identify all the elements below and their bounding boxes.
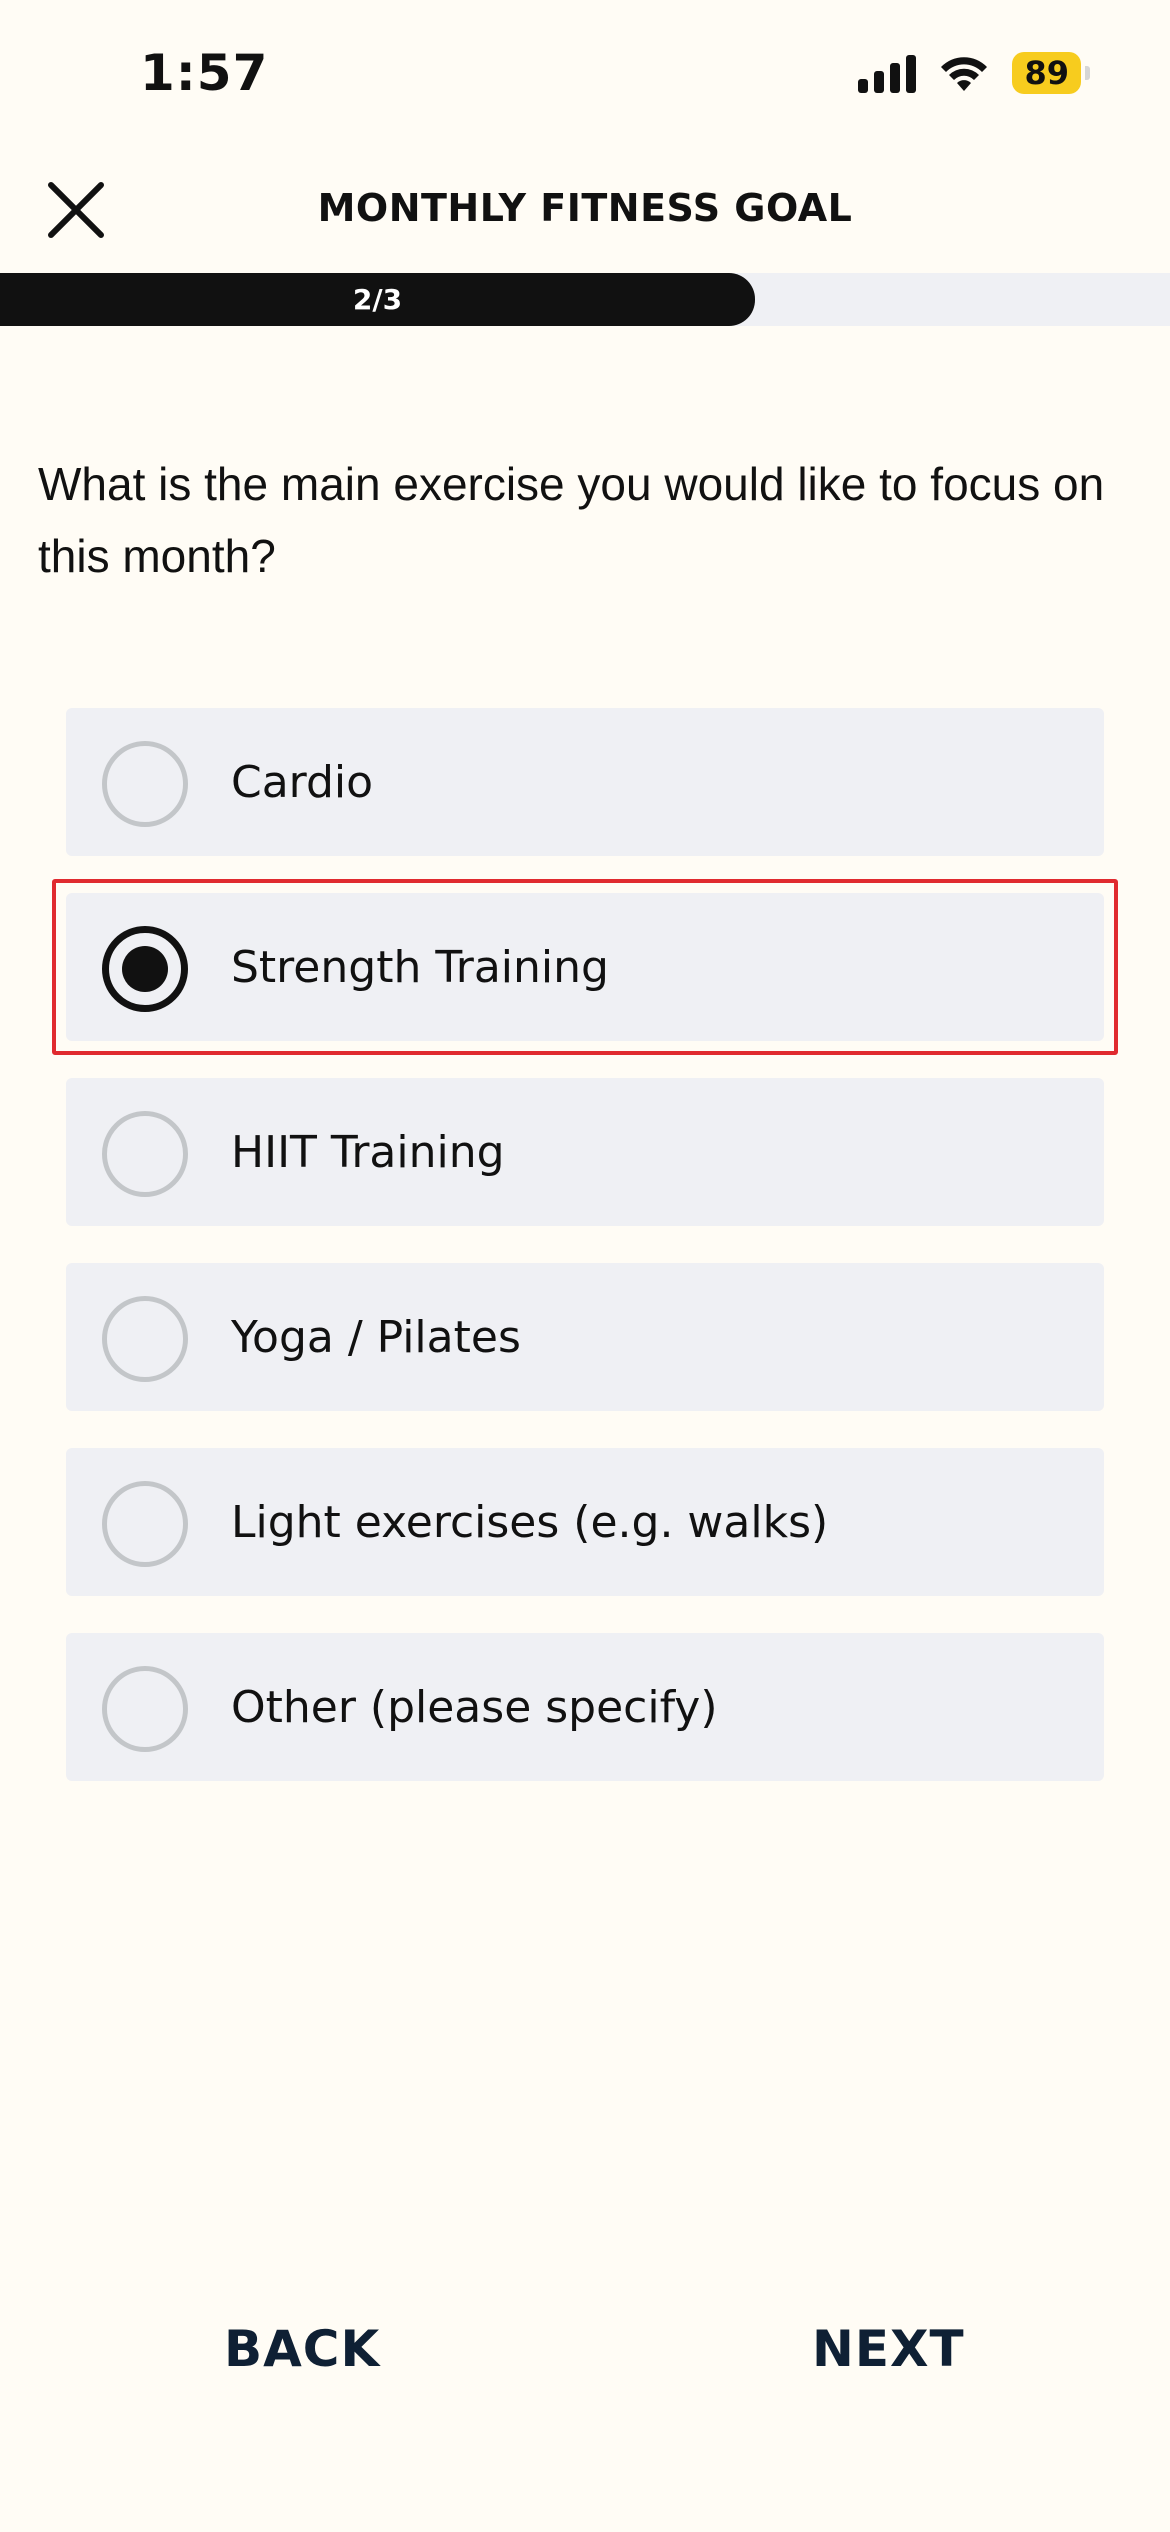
progress-bar: 2/3 — [0, 273, 1170, 326]
radio-button[interactable] — [102, 1111, 188, 1197]
progress-fill: 2/3 — [0, 273, 755, 326]
option-label: Yoga / Pilates — [231, 1311, 521, 1363]
status-time: 1:57 — [140, 44, 269, 102]
battery-tip — [1085, 66, 1090, 80]
option-other[interactable]: Other (please specify) — [66, 1633, 1104, 1781]
battery-icon: 89 — [1012, 52, 1081, 94]
next-button[interactable]: NEXT — [812, 2320, 965, 2378]
battery-level: 89 — [1024, 54, 1069, 92]
option-hiit-training[interactable]: HIIT Training — [66, 1078, 1104, 1226]
option-label: Light exercises (e.g. walks) — [231, 1496, 829, 1548]
radio-button[interactable] — [102, 1296, 188, 1382]
option-label: Other (please specify) — [231, 1681, 718, 1733]
option-yoga-pilates[interactable]: Yoga / Pilates — [66, 1263, 1104, 1411]
radio-button[interactable] — [102, 1481, 188, 1567]
radio-dot — [122, 946, 168, 992]
back-button[interactable]: BACK — [224, 2320, 380, 2378]
radio-button[interactable] — [102, 1666, 188, 1752]
radio-button[interactable] — [102, 926, 188, 1012]
option-strength-training[interactable]: Strength Training — [52, 879, 1118, 1055]
option-label: Cardio — [231, 756, 374, 808]
signal-icon — [858, 53, 917, 93]
status-icons: 89 — [858, 52, 1090, 94]
options-list: Cardio Strength Training HIIT Training Y… — [52, 708, 1118, 1818]
progress-label: 2/3 — [352, 283, 403, 316]
option-label: Strength Training — [231, 941, 609, 993]
page-title: MONTHLY FITNESS GOAL — [317, 186, 853, 230]
option-light-exercises[interactable]: Light exercises (e.g. walks) — [66, 1448, 1104, 1596]
radio-button[interactable] — [102, 741, 188, 827]
wifi-icon — [941, 57, 988, 91]
question-text: What is the main exercise you would like… — [38, 458, 1105, 582]
option-label: HIIT Training — [231, 1126, 505, 1178]
option-cardio[interactable]: Cardio — [66, 708, 1104, 856]
